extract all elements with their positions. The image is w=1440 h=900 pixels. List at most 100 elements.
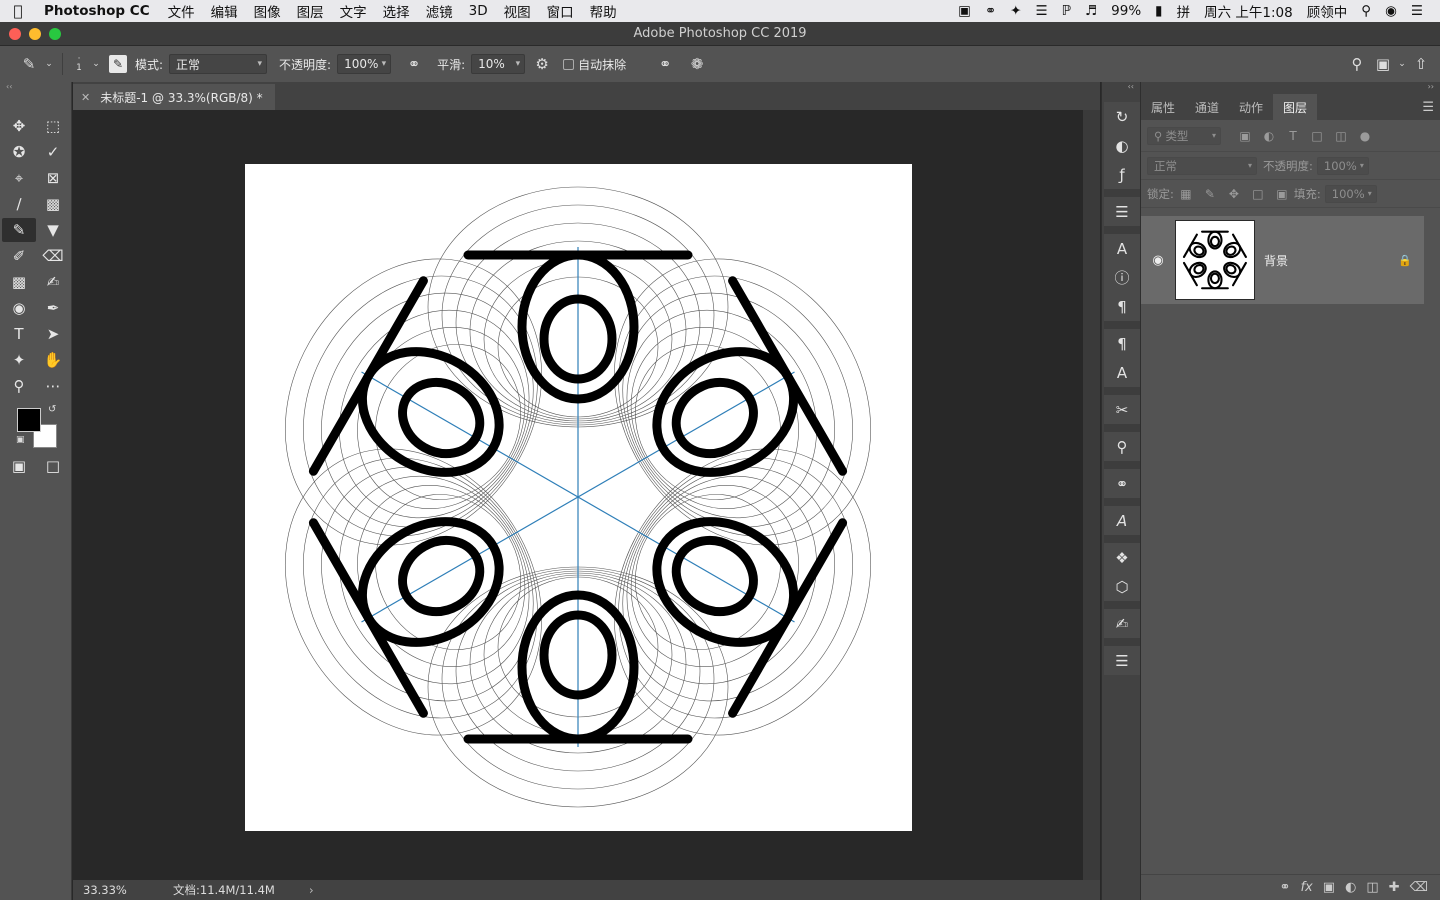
adjustments-panel-icon[interactable]: ☰ xyxy=(1104,646,1140,675)
search-icon[interactable]: ⚲ xyxy=(1344,52,1370,76)
document-canvas[interactable] xyxy=(245,164,912,831)
eraser-tool-icon[interactable]: ⌫ xyxy=(36,244,70,268)
menu-3d[interactable]: 3D xyxy=(461,3,496,19)
menu-filter[interactable]: 滤镜 xyxy=(418,1,461,21)
new-layer-icon[interactable]: ✚ xyxy=(1389,880,1400,895)
spotlight-search-icon[interactable]: ⚲ xyxy=(1354,3,1378,19)
tool-presets-panel-icon[interactable]: ✂ xyxy=(1104,395,1140,424)
libraries-panel-icon[interactable]: ☰ xyxy=(1104,197,1140,226)
menu-layer[interactable]: 图层 xyxy=(289,1,332,21)
lock-icon[interactable]: 🔒 xyxy=(1398,254,1412,267)
opacity-select[interactable]: 100% ▾ xyxy=(337,54,392,74)
apple-icon[interactable]:  xyxy=(0,2,36,20)
collapse-panel-icon[interactable]: ›› xyxy=(1141,82,1440,94)
new-group-folder-icon[interactable]: ◫ xyxy=(1366,880,1378,895)
symmetry-butterfly-icon[interactable]: ❁ xyxy=(684,52,710,76)
zoom-level[interactable]: 33.33% xyxy=(73,883,135,897)
screen-record-icon[interactable]: ▣ xyxy=(951,3,978,19)
add-mask-icon[interactable]: ▣ xyxy=(1323,880,1335,895)
shape-tool-icon[interactable]: ✦ xyxy=(2,348,36,372)
spot-healing-tool-icon[interactable]: ▩ xyxy=(36,192,70,216)
menu-file[interactable]: 文件 xyxy=(160,1,203,21)
bluetooth-icon[interactable]: ℙ xyxy=(1055,3,1078,19)
workspace-icon[interactable]: ▣ xyxy=(1370,52,1396,76)
zoom-tool-icon[interactable]: ⚲ xyxy=(2,374,36,398)
tab-actions[interactable]: 动作 xyxy=(1229,94,1273,120)
wifi-icon[interactable]: ☰ xyxy=(1028,3,1054,19)
eyedropper-tool-icon[interactable]: ∕ xyxy=(2,192,36,216)
clock[interactable]: 周六 上午1:08 xyxy=(1197,1,1300,21)
pencil-tool-preset-icon[interactable]: ✎ xyxy=(16,52,42,76)
layer-name[interactable]: 背景 xyxy=(1264,252,1288,269)
creative-cloud-icon[interactable]: ⚭ xyxy=(978,3,1003,19)
panel-menu-icon[interactable]: ☰ xyxy=(1422,100,1434,115)
canvas-area[interactable] xyxy=(73,110,1083,880)
character-panel-icon[interactable]: A xyxy=(1104,234,1140,263)
frame-tool-icon[interactable]: ⊠ xyxy=(36,166,70,190)
input-method-icon[interactable]: 拼 xyxy=(1170,1,1198,21)
gradient-tool-icon[interactable]: ▩ xyxy=(2,270,36,294)
character-styles-panel-icon[interactable]: A xyxy=(1104,358,1140,387)
filter-smart-object-icon[interactable]: ◫ xyxy=(1329,129,1353,143)
tab-layers[interactable]: 图层 xyxy=(1273,94,1318,120)
document-size-info[interactable]: 文档:11.4M/11.4M xyxy=(173,882,303,898)
app-name-menu[interactable]: Photoshop CC xyxy=(36,3,160,19)
filter-shape-icon[interactable]: □ xyxy=(1305,129,1329,143)
filter-pixel-icon[interactable]: ▣ xyxy=(1233,129,1257,143)
default-colors-icon[interactable]: ▣ xyxy=(16,435,25,445)
lasso-tool-icon[interactable]: ✪ xyxy=(2,140,36,164)
tab-properties[interactable]: 属性 xyxy=(1141,94,1185,120)
fx-icon[interactable]: fx xyxy=(1300,880,1312,895)
share-icon[interactable]: ⇧ xyxy=(1408,52,1434,76)
clone-stamp-tool-icon[interactable]: ▼ xyxy=(36,218,70,242)
screen-mode-icon[interactable]: □ xyxy=(36,454,70,478)
lock-transparent-icon[interactable]: ▦ xyxy=(1174,187,1198,201)
brush-size-picker[interactable]: · 1 xyxy=(69,52,89,76)
path-selection-tool-icon[interactable]: ➤ xyxy=(36,322,70,346)
history-brush-tool-icon[interactable]: ✐ xyxy=(2,244,36,268)
pressure-size-icon[interactable]: ⚭ xyxy=(652,52,678,76)
collapse-dock-icon[interactable]: ‹‹ xyxy=(1102,82,1140,94)
gear-icon[interactable]: ⚙ xyxy=(529,52,555,76)
link-layers-icon[interactable]: ⚭ xyxy=(1280,880,1291,895)
lock-image-icon[interactable]: ✎ xyxy=(1198,187,1222,201)
lock-all-icon[interactable]: ▣ xyxy=(1270,187,1294,201)
sync-icon[interactable]: ✦ xyxy=(1003,3,1028,19)
chevron-right-icon[interactable]: › xyxy=(309,883,314,897)
battery-icon[interactable]: ▮ xyxy=(1148,3,1169,19)
blend-mode-select[interactable]: 正常 ▾ xyxy=(1147,156,1257,175)
paths-panel-icon[interactable]: ❖ xyxy=(1104,543,1140,572)
layer-row[interactable]: ◉ 背景 🔒 xyxy=(1141,216,1424,304)
zoom-window-button[interactable] xyxy=(49,28,61,40)
swap-colors-icon[interactable]: ↺ xyxy=(48,404,56,415)
menu-type[interactable]: 文字 xyxy=(332,1,375,21)
crop-tool-icon[interactable]: ⌖ xyxy=(2,166,36,190)
lock-artboard-icon[interactable]: □ xyxy=(1246,187,1270,201)
brush-settings-panel-icon[interactable]: ✍ xyxy=(1104,609,1140,638)
info-panel-icon[interactable]: ⓘ xyxy=(1104,263,1140,292)
pressure-opacity-icon[interactable]: ⚭ xyxy=(401,52,427,76)
menu-edit[interactable]: 编辑 xyxy=(203,1,246,21)
type-tool-icon[interactable]: T xyxy=(2,322,36,346)
pen-tool-icon[interactable]: ✒ xyxy=(36,296,70,320)
close-icon[interactable]: ✕ xyxy=(81,91,90,104)
brush-picker-chevron-icon[interactable]: ⌄ xyxy=(89,52,103,76)
pencil-tool-icon[interactable]: ✎ xyxy=(2,218,36,242)
new-adjustment-layer-icon[interactable]: ◐ xyxy=(1345,880,1356,895)
menu-help[interactable]: 帮助 xyxy=(582,1,625,21)
menu-view[interactable]: 视图 xyxy=(496,1,539,21)
lock-position-icon[interactable]: ✥ xyxy=(1222,187,1246,201)
battery-percent[interactable]: 99% xyxy=(1104,3,1148,19)
mode-select[interactable]: 正常 ▾ xyxy=(169,54,268,74)
smudge-tool-icon[interactable]: ✍ xyxy=(36,270,70,294)
foreground-color-swatch[interactable] xyxy=(17,408,41,432)
filter-adjustment-icon[interactable]: ◐ xyxy=(1257,129,1281,143)
quick-selection-tool-icon[interactable]: ✓ xyxy=(36,140,70,164)
menu-select[interactable]: 选择 xyxy=(375,1,418,21)
color-panel-icon[interactable]: ◐ xyxy=(1104,131,1140,160)
smooth-select[interactable]: 10% ▾ xyxy=(471,54,526,74)
creative-cloud-panel-icon[interactable]: ⚭ xyxy=(1104,469,1140,498)
navigator-panel-icon[interactable]: ⚲ xyxy=(1104,432,1140,461)
workspace-chevron-icon[interactable]: ⌄ xyxy=(1396,52,1408,76)
brush-panel-toggle-icon[interactable]: ✎ xyxy=(109,55,127,73)
